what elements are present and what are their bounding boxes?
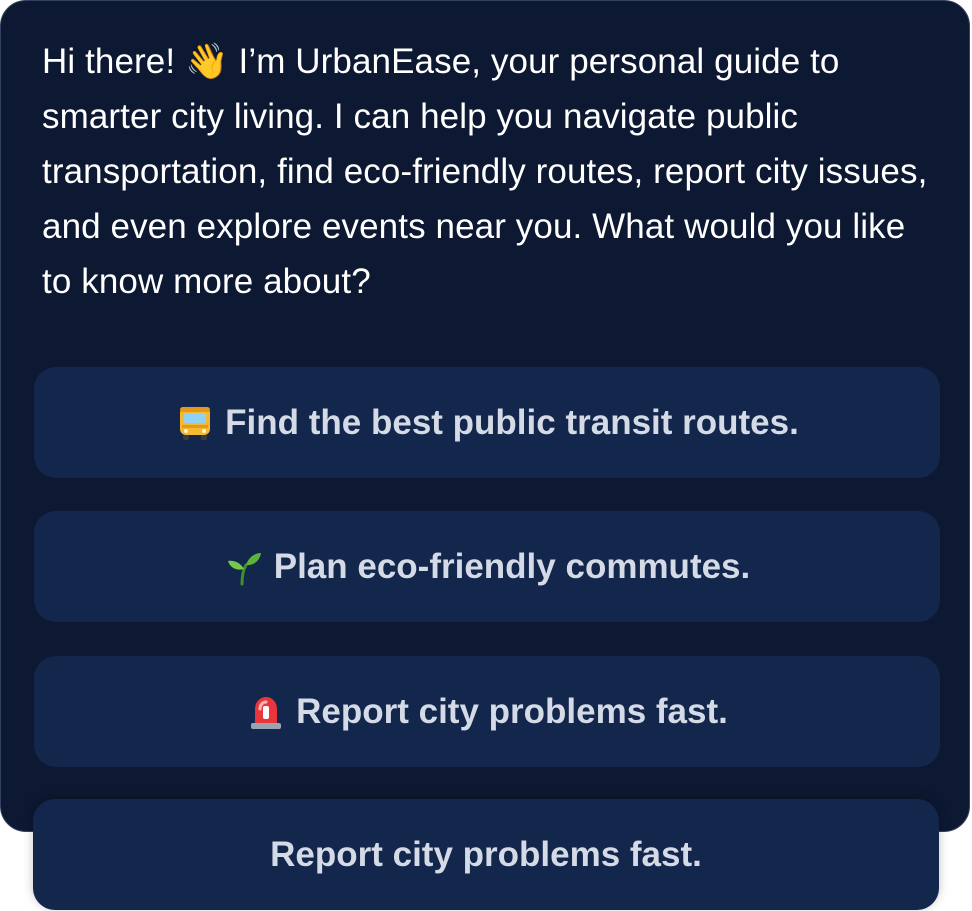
siren-icon [246, 692, 286, 732]
suggestion-transit-routes-button[interactable]: Find the best public transit routes. [34, 367, 940, 478]
bus-icon [175, 403, 215, 443]
suggestion-label: Report city problems fast. [296, 691, 728, 731]
suggestion-label: Find the best public transit routes. [225, 402, 799, 442]
chat-message-card: Hi there! 👋 I’m UrbanEase, your personal… [0, 0, 970, 832]
seedling-icon [224, 547, 264, 587]
assistant-message: Hi there! 👋 I’m UrbanEase, your personal… [42, 42, 928, 301]
suggestion-report-problems-button[interactable]: Report city problems fast. [34, 656, 940, 767]
suggestion-label: Report city problems fast. [270, 834, 702, 874]
suggestion-report-problems-duplicate-button[interactable]: Report city problems fast. [33, 799, 939, 910]
suggestion-eco-commutes-button[interactable]: Plan eco-friendly commutes. [34, 511, 940, 622]
suggestion-label: Plan eco-friendly commutes. [273, 546, 751, 586]
